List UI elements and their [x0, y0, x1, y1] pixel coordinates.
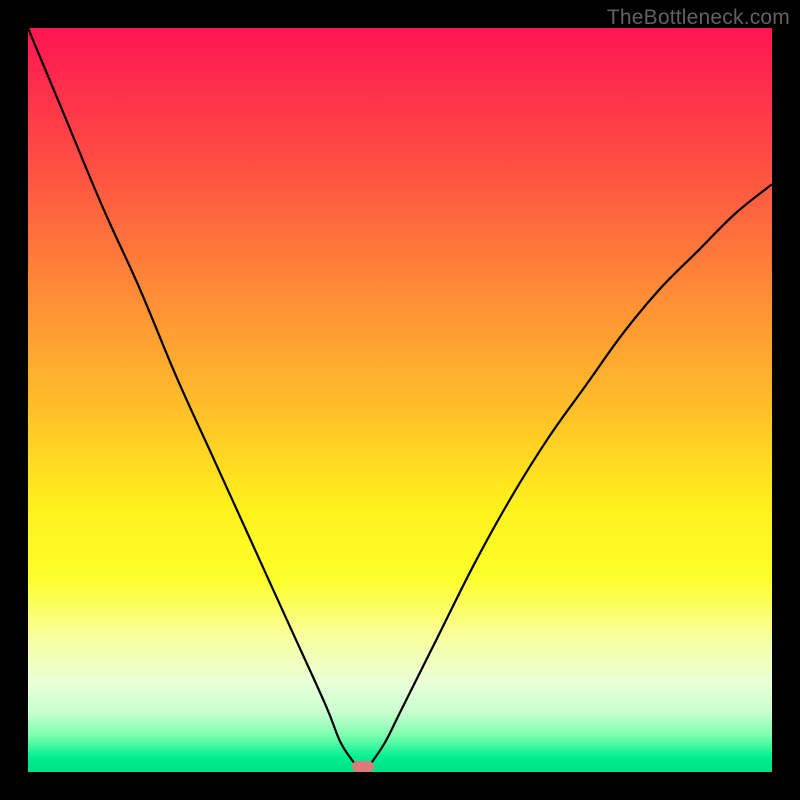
curve-left-branch	[28, 28, 355, 765]
plot-area	[28, 28, 772, 772]
curve-right-branch	[370, 184, 772, 764]
curve-svg	[28, 28, 772, 772]
minimum-marker	[352, 761, 374, 772]
chart-frame: TheBottleneck.com	[0, 0, 800, 800]
watermark-text: TheBottleneck.com	[607, 6, 790, 30]
